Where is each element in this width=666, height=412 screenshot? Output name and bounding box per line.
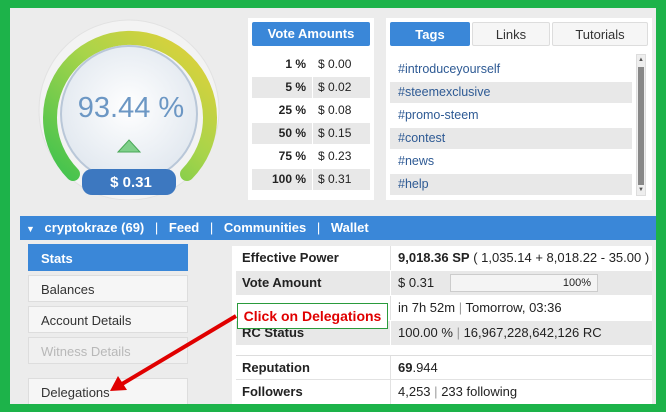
vote-row: 50 % $ 0.15 [252,123,370,144]
stat-row-followers: Followers 4,253 | 233 following [236,379,652,404]
sidebar-item-witness-details[interactable]: Witness Details [28,337,188,364]
account-nav-bar: ▼ cryptokraze (69) | Feed | Communities … [20,216,656,240]
scroll-up-icon[interactable]: ▲ [637,56,645,64]
vote-row: 75 % $ 0.23 [252,146,370,167]
collapse-caret-icon[interactable]: ▼ [26,217,35,241]
vote-amounts-header: Vote Amounts [252,22,370,46]
vote-percent: 5 % [285,80,306,94]
vote-row: 25 % $ 0.08 [252,100,370,121]
gauge-amount: $ 0.31 [110,174,152,191]
tag-link[interactable]: #help [390,174,632,195]
vote-usd: $ 0.00 [318,57,352,71]
vote-usd: $ 0.08 [318,103,352,117]
tag-link[interactable]: #contest [390,128,632,149]
tab-tutorials[interactable]: Tutorials [552,22,648,46]
sidebar-item-balances[interactable]: Balances [28,275,188,302]
tag-link[interactable]: #introduceyourself [390,59,632,80]
tab-links[interactable]: Links [472,22,550,46]
sidebar-item-delegations[interactable]: Delegations [28,378,188,404]
gauge-percentage: 93.44 % [77,92,185,124]
sidebar-item-account-details[interactable]: Account Details [28,306,188,333]
vote-amounts-panel: Vote Amounts 1 % $ 0.00 5 % $ 0.02 25 % $ 0… [248,18,374,200]
nav-wallet-link[interactable]: Wallet [331,216,369,240]
vote-row: 5 % $ 0.02 [252,77,370,98]
tag-link[interactable]: #news [390,151,632,172]
tags-panel: Tags Links Tutorials #introduceyourself … [386,18,652,200]
annotation-callout: Click on Delegations [237,303,388,329]
vote-usd: $ 0.15 [318,126,352,140]
vote-amount-bar: 100% [450,274,598,292]
vote-usd: $ 0.02 [318,80,352,94]
tag-link[interactable]: #promo-steem [390,105,632,126]
vote-percent: 1 % [285,57,306,71]
vote-usd: $ 0.31 [318,172,352,186]
nav-feed-link[interactable]: Feed [169,216,199,240]
vote-usd: $ 0.23 [318,149,352,163]
account-name-link[interactable]: cryptokraze (69) [45,216,145,240]
vote-percent: 75 % [278,149,306,163]
vote-row: 100 % $ 0.31 [252,169,370,190]
stat-row-reputation: Reputation 69.944 [236,355,652,380]
scroll-down-icon[interactable]: ▼ [637,186,645,194]
vote-percent: 50 % [278,126,306,140]
tags-scrollbar[interactable]: ▲ ▼ [636,54,646,196]
stat-row-vote-amount: Vote Amount $ 0.31 100% [236,271,652,295]
vote-percent: 100 % [271,172,306,186]
voting-power-gauge: 93.44 % $ 0.31 [16,14,246,200]
nav-communities-link[interactable]: Communities [224,216,306,240]
tab-tags[interactable]: Tags [390,22,470,46]
sidebar-item-stats[interactable]: Stats [28,244,188,271]
vote-row: 1 % $ 0.00 [252,54,370,75]
scrollbar-thumb[interactable] [638,67,644,185]
stat-row-effective-power: Effective Power 9,018.36 SP ( 1,035.14 +… [236,246,652,270]
app-frame: 93.44 % $ 0.31 Vote Amounts 1 % $ 0.00 5 … [10,8,656,404]
vote-percent: 25 % [278,103,306,117]
tag-link[interactable]: #steemexclusive [390,82,632,103]
